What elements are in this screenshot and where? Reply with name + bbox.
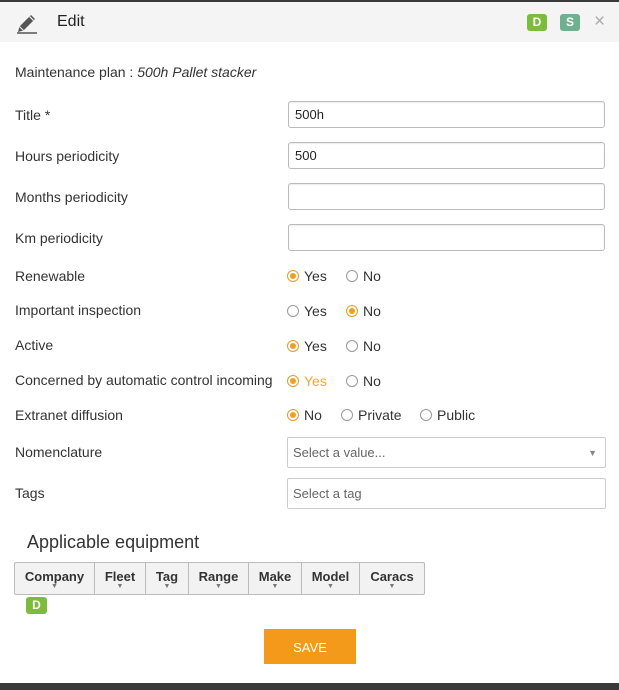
save-button[interactable]: SAVE	[264, 629, 356, 664]
nomenclature-select[interactable]: Select a value... ▼	[287, 437, 606, 468]
km-periodicity-label: Km periodicity	[15, 230, 103, 246]
concerned-label: Concerned by automatic control incoming	[15, 372, 273, 388]
column-tag[interactable]: Tag ▼	[146, 563, 189, 594]
equipment-table-header: Company ▼ Fleet ▼ Tag ▼ Range ▼ Make ▼ Model ▼…	[14, 562, 425, 595]
radio-checked-icon[interactable]	[287, 375, 299, 387]
radio-checked-icon[interactable]	[287, 340, 299, 352]
title-input[interactable]	[288, 101, 605, 128]
km-periodicity-input[interactable]	[288, 224, 605, 251]
column-make[interactable]: Make ▼	[249, 563, 302, 594]
dialog-title: Edit	[57, 13, 85, 30]
column-model[interactable]: Model ▼	[302, 563, 360, 594]
tags-label: Tags	[15, 485, 45, 501]
tags-placeholder: Select a tag	[293, 486, 362, 501]
column-fleet[interactable]: Fleet ▼	[95, 563, 146, 594]
months-periodicity-label: Months periodicity	[15, 189, 128, 205]
active-label: Active	[15, 337, 54, 353]
plan-subtitle: Maintenance plan : 500h Pallet stacker	[15, 64, 256, 80]
months-periodicity-input[interactable]	[288, 183, 605, 210]
sort-arrow-icon[interactable]: ▼	[249, 583, 301, 590]
radio-unchecked-icon[interactable]	[287, 305, 299, 317]
radio-unchecked-icon[interactable]	[346, 270, 358, 282]
sort-arrow-icon[interactable]: ▼	[146, 583, 188, 590]
sort-arrow-icon[interactable]: ▼	[360, 583, 424, 590]
radio-checked-icon[interactable]	[287, 409, 299, 421]
close-icon[interactable]: ×	[594, 12, 605, 32]
radio-checked-icon[interactable]	[346, 305, 358, 317]
nomenclature-label: Nomenclature	[15, 444, 103, 460]
sort-arrow-icon[interactable]: ▼	[95, 583, 145, 590]
d-badge-button[interactable]: D	[527, 14, 547, 31]
hours-periodicity-label: Hours periodicity	[15, 148, 120, 164]
applicable-equipment-title: Applicable equipment	[27, 532, 200, 552]
sort-arrow-icon[interactable]: ▼	[302, 583, 359, 590]
sort-arrow-icon[interactable]: ▼	[15, 583, 94, 590]
hours-periodicity-input[interactable]	[288, 142, 605, 169]
column-range[interactable]: Range ▼	[189, 563, 249, 594]
renewable-label: Renewable	[15, 268, 86, 284]
radio-unchecked-icon[interactable]	[341, 409, 353, 421]
radio-unchecked-icon[interactable]	[346, 340, 358, 352]
nomenclature-placeholder: Select a value...	[293, 445, 386, 460]
important-inspection-label: Important inspection	[15, 302, 142, 318]
title-label: Title *	[15, 107, 51, 123]
pencil-icon	[17, 15, 37, 34]
radio-checked-icon[interactable]	[287, 270, 299, 282]
dialog-header: Edit D S ×	[0, 2, 619, 42]
radio-unchecked-icon[interactable]	[346, 375, 358, 387]
s-badge-button[interactable]: S	[560, 14, 580, 31]
tags-input[interactable]: Select a tag	[287, 478, 606, 509]
radio-unchecked-icon[interactable]	[420, 409, 432, 421]
plan-name: 500h Pallet stacker	[137, 64, 257, 80]
plan-label: Maintenance plan :	[15, 64, 138, 80]
window-bottom-bar	[0, 683, 619, 690]
column-caracs[interactable]: Caracs ▼	[360, 563, 424, 594]
sort-arrow-icon[interactable]: ▼	[189, 583, 248, 590]
extranet-diffusion-label: Extranet diffusion	[15, 407, 123, 423]
d-filter-badge[interactable]: D	[26, 597, 47, 614]
dropdown-arrow-icon[interactable]: ▼	[588, 448, 597, 458]
column-company[interactable]: Company ▼	[15, 563, 95, 594]
